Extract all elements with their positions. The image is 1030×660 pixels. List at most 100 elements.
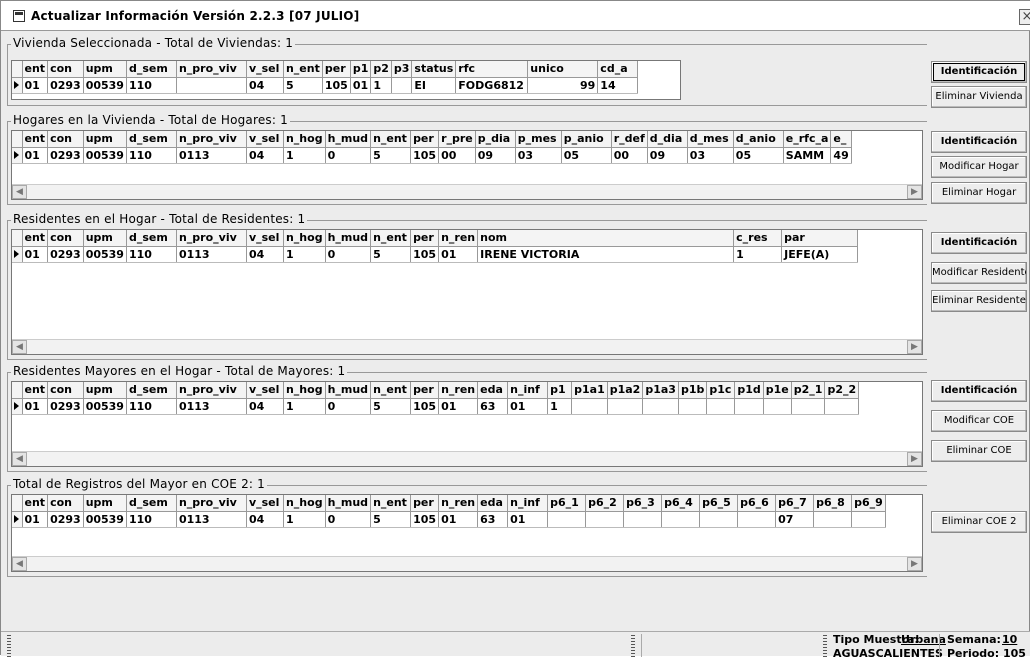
table-cell[interactable]: 110 xyxy=(126,246,177,263)
table-cell[interactable]: IRENE VICTORIA xyxy=(477,246,735,263)
column-header-per[interactable]: per xyxy=(322,61,351,78)
table-cell[interactable]: 04 xyxy=(246,147,284,164)
table-cell[interactable]: 01 xyxy=(507,398,549,415)
column-header-n-ren[interactable]: n_ren xyxy=(438,495,479,512)
column-header-per[interactable]: per xyxy=(410,230,440,247)
residentes-identificacion-button[interactable]: Identificación xyxy=(931,232,1027,254)
table-cell[interactable]: 01 xyxy=(22,147,49,164)
table-cell[interactable]: EI xyxy=(411,77,457,94)
column-header-con[interactable]: con xyxy=(47,230,84,247)
eliminar-vivienda-button[interactable]: Eliminar Vivienda xyxy=(931,86,1027,108)
column-header-n-pro-viv[interactable]: n_pro_viv xyxy=(176,495,247,512)
table-cell[interactable]: 01 xyxy=(22,398,49,415)
scroll-left-icon[interactable]: ◀ xyxy=(12,185,27,199)
table-cell[interactable] xyxy=(642,398,679,415)
table-cell[interactable] xyxy=(678,398,708,415)
horizontal-scrollbar[interactable]: ◀ ▶ xyxy=(12,339,922,354)
column-header-upm[interactable]: upm xyxy=(83,61,127,78)
vivienda-grid[interactable]: ent con upm d_sem n_pro_viv v_sel n_ent per p1 p2… xyxy=(11,60,681,100)
table-cell[interactable]: 0113 xyxy=(176,147,247,164)
column-header-v-sel[interactable]: v_sel xyxy=(246,230,284,247)
table-cell[interactable] xyxy=(176,77,247,94)
column-header-h-mud[interactable]: h_mud xyxy=(325,495,372,512)
table-cell[interactable] xyxy=(623,511,663,528)
column-header-n-pro-viv[interactable]: n_pro_viv xyxy=(176,61,247,78)
column-header-p6-5[interactable]: p6_5 xyxy=(699,495,739,512)
table-cell[interactable]: 110 xyxy=(126,147,177,164)
column-header-n-hog[interactable]: n_hog xyxy=(283,131,326,148)
table-cell[interactable]: 1 xyxy=(283,246,326,263)
column-header-p1e[interactable]: p1e xyxy=(763,382,792,399)
table-cell[interactable]: 110 xyxy=(126,511,177,528)
table-cell[interactable]: 01 xyxy=(22,511,49,528)
column-header-p-anio[interactable]: p_anio xyxy=(561,131,612,148)
table-cell[interactable]: 09 xyxy=(647,147,688,164)
table-cell[interactable]: 01 xyxy=(22,77,49,94)
table-cell[interactable]: 07 xyxy=(775,511,815,528)
table-cell[interactable] xyxy=(734,398,764,415)
column-header-h-mud[interactable]: h_mud xyxy=(325,230,372,247)
column-header-p1b[interactable]: p1b xyxy=(678,382,708,399)
column-header-p2[interactable]: p2 xyxy=(370,61,392,78)
column-header-con[interactable]: con xyxy=(47,61,84,78)
modificar-coe-button[interactable]: Modificar COE xyxy=(931,410,1027,432)
table-cell[interactable]: 5 xyxy=(370,398,412,415)
scroll-right-icon[interactable]: ▶ xyxy=(907,452,922,466)
table-cell[interactable]: 0 xyxy=(325,246,372,263)
column-header-p1d[interactable]: p1d xyxy=(734,382,764,399)
column-header-d-anio[interactable]: d_anio xyxy=(733,131,784,148)
scroll-right-icon[interactable]: ▶ xyxy=(907,185,922,199)
column-header-d-dia[interactable]: d_dia xyxy=(647,131,688,148)
scroll-left-icon[interactable]: ◀ xyxy=(12,340,27,354)
column-header-n-ent[interactable]: n_ent xyxy=(283,61,323,78)
column-header-d-sem[interactable]: d_sem xyxy=(126,61,177,78)
table-cell[interactable]: 105 xyxy=(322,77,351,94)
table-row[interactable]: 01 0293 00539 110 04 5 105 01 1 EI FODG6812 99 14 xyxy=(12,77,639,94)
table-cell[interactable]: 1 xyxy=(370,77,392,94)
table-row[interactable]: 01 0293 00539 110 0113 04 1 0 5 105 01 63 01 07 xyxy=(12,511,887,528)
table-cell[interactable] xyxy=(547,511,587,528)
column-header-n-hog[interactable]: n_hog xyxy=(283,495,326,512)
table-cell[interactable]: JEFE(A) xyxy=(781,246,859,263)
column-header-n-hog[interactable]: n_hog xyxy=(283,230,326,247)
column-header-eda[interactable]: eda xyxy=(477,495,509,512)
table-cell[interactable] xyxy=(706,398,736,415)
mayores-identificacion-button[interactable]: Identificación xyxy=(931,380,1027,402)
table-cell[interactable]: 0293 xyxy=(47,398,84,415)
column-header-c-res[interactable]: c_res xyxy=(733,230,783,247)
table-cell[interactable]: 00 xyxy=(438,147,476,164)
column-header-n-inf[interactable]: n_inf xyxy=(507,382,549,399)
column-header-upm[interactable]: upm xyxy=(83,230,127,247)
column-header-p6-6[interactable]: p6_6 xyxy=(737,495,777,512)
vivienda-identificacion-button[interactable]: Identificación xyxy=(931,61,1027,83)
column-header-upm[interactable]: upm xyxy=(83,131,127,148)
table-cell[interactable]: 01 xyxy=(507,511,549,528)
column-header-p3[interactable]: p3 xyxy=(391,61,413,78)
column-header-con[interactable]: con xyxy=(47,382,84,399)
column-header-n-ent[interactable]: n_ent xyxy=(370,382,412,399)
column-header-n-ren[interactable]: n_ren xyxy=(438,382,479,399)
column-header-d-sem[interactable]: d_sem xyxy=(126,230,177,247)
table-cell[interactable]: 03 xyxy=(687,147,734,164)
column-header-rfc[interactable]: rfc xyxy=(455,61,529,78)
table-cell[interactable] xyxy=(791,398,826,415)
table-cell[interactable]: 1 xyxy=(283,398,326,415)
table-cell[interactable]: 0113 xyxy=(176,246,247,263)
table-cell[interactable]: 0293 xyxy=(47,77,84,94)
table-cell[interactable]: 00539 xyxy=(83,147,127,164)
column-header-d-sem[interactable]: d_sem xyxy=(126,131,177,148)
column-header-par[interactable]: par xyxy=(781,230,859,247)
column-header-n-pro-viv[interactable]: n_pro_viv xyxy=(176,131,247,148)
table-cell[interactable] xyxy=(661,511,701,528)
scroll-right-icon[interactable]: ▶ xyxy=(907,340,922,354)
column-header-n-hog[interactable]: n_hog xyxy=(283,382,326,399)
table-cell[interactable]: 01 xyxy=(438,398,479,415)
column-header-p6-9[interactable]: p6_9 xyxy=(851,495,887,512)
table-cell[interactable]: 00539 xyxy=(83,77,127,94)
hogares-identificacion-button[interactable]: Identificación xyxy=(931,131,1027,153)
table-cell[interactable]: 04 xyxy=(246,246,284,263)
column-header-p1a3[interactable]: p1a3 xyxy=(642,382,679,399)
hogares-grid[interactable]: ent con upm d_sem n_pro_viv v_sel n_hog h_mud n_… xyxy=(11,130,923,200)
column-header-ent[interactable]: ent xyxy=(22,230,49,247)
table-cell[interactable] xyxy=(824,398,860,415)
